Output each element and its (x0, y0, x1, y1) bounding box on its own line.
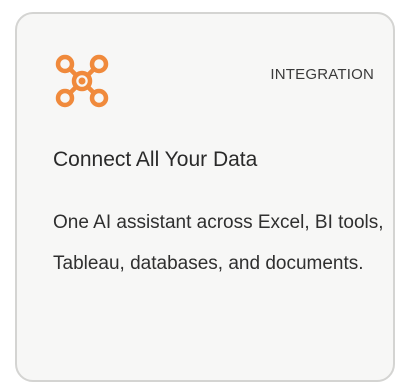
card-description: One AI assistant across Excel, BI tools,… (53, 212, 384, 274)
feature-card: INTEGRATION Connect All Your Data One AI… (15, 12, 395, 382)
category-badge: INTEGRATION (270, 66, 374, 83)
card-title: Connect All Your Data (53, 148, 258, 171)
